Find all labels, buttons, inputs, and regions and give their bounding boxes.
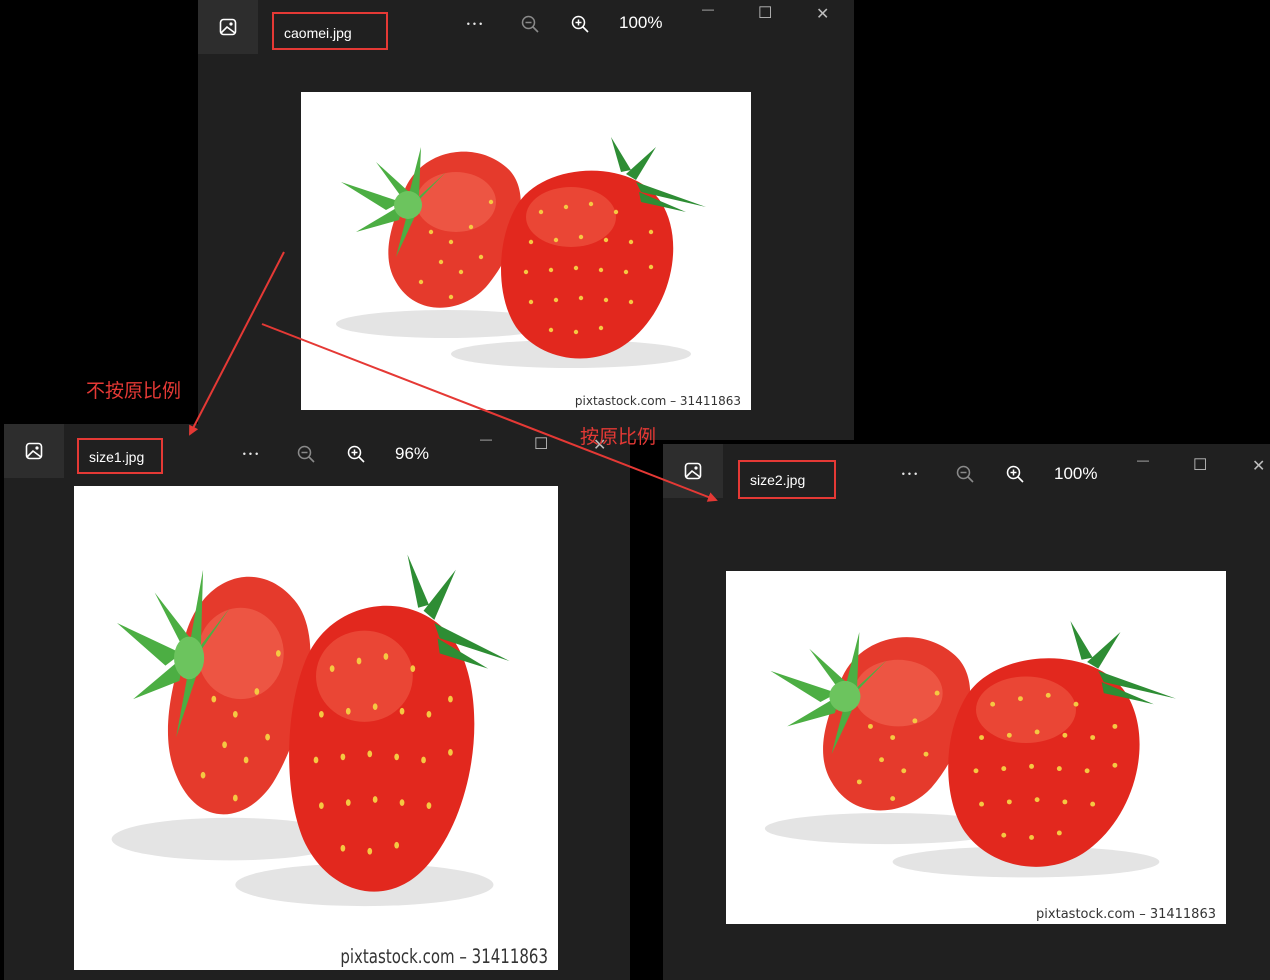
- minimize-button[interactable]: —: [1137, 453, 1149, 467]
- filename-label: caomei.jpg: [272, 12, 388, 50]
- maximize-button[interactable]: ☐: [534, 434, 548, 454]
- strawberry-image: pixtastock.com – 31411863: [301, 92, 751, 410]
- close-button[interactable]: ✕: [816, 4, 829, 24]
- image-credit: pixtastock.com – 31411863: [340, 944, 548, 968]
- minimize-button[interactable]: —: [480, 432, 492, 446]
- more-options-button[interactable]: •••: [456, 10, 496, 38]
- photo-viewer-window-size2: size2.jpg ••• 100% — ☐ ✕ pixtastock.com …: [663, 444, 1270, 980]
- zoom-in-icon[interactable]: [344, 442, 368, 466]
- zoom-in-icon[interactable]: [1003, 462, 1027, 486]
- minimize-button[interactable]: —: [702, 2, 714, 16]
- image-credit: pixtastock.com – 31411863: [1036, 907, 1216, 922]
- photos-app-icon[interactable]: [4, 424, 64, 478]
- zoom-out-icon[interactable]: [294, 442, 318, 466]
- more-options-button[interactable]: •••: [232, 440, 272, 468]
- photos-app-icon[interactable]: [198, 0, 258, 54]
- filename-label: size1.jpg: [77, 438, 163, 474]
- zoom-out-icon[interactable]: [518, 12, 542, 36]
- title-bar: size1.jpg ••• 96% — ☐ ✕: [4, 424, 630, 484]
- maximize-button[interactable]: ☐: [1193, 455, 1207, 475]
- zoom-level: 96%: [395, 444, 430, 463]
- strawberry-image: pixtastock.com – 31411863: [74, 486, 558, 970]
- title-bar: size2.jpg ••• 100% — ☐ ✕: [663, 444, 1270, 504]
- photos-app-icon[interactable]: [663, 444, 723, 498]
- photo-viewer-window-size1: size1.jpg ••• 96% — ☐ ✕ pixtastock.com –…: [4, 424, 630, 980]
- zoom-in-icon[interactable]: [568, 12, 592, 36]
- strawberry-image: pixtastock.com – 31411863: [726, 571, 1226, 924]
- zoom-out-icon[interactable]: [953, 462, 977, 486]
- close-button[interactable]: ✕: [1252, 456, 1265, 476]
- title-bar: caomei.jpg ••• 100% — ☐ ✕: [198, 0, 854, 60]
- zoom-level: 100%: [619, 13, 663, 32]
- filename-label: size2.jpg: [738, 460, 836, 499]
- annotation-keep-ratio: 按原比例: [580, 427, 657, 448]
- annotation-not-keep-ratio: 不按原比例: [86, 381, 182, 402]
- maximize-button[interactable]: ☐: [758, 3, 772, 23]
- zoom-level: 100%: [1054, 464, 1098, 483]
- photo-viewer-window-original: caomei.jpg ••• 100% — ☐ ✕ pixtastock.com…: [198, 0, 854, 440]
- image-credit: pixtastock.com – 31411863: [574, 394, 741, 408]
- more-options-button[interactable]: •••: [891, 460, 931, 488]
